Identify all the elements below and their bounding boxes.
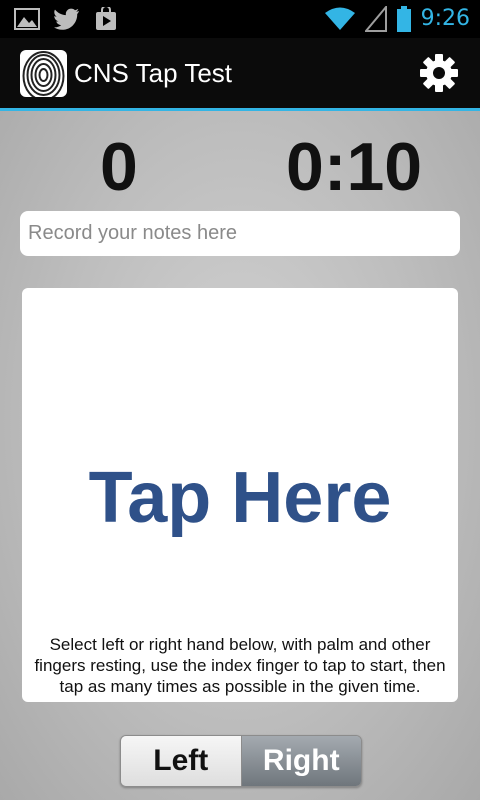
gallery-icon (14, 8, 40, 30)
tap-count: 0 (100, 129, 138, 205)
timer: 0:10 (286, 129, 423, 205)
right-hand-button[interactable]: Right (241, 736, 361, 786)
gear-icon (420, 54, 458, 92)
main-content: 0 0:10 Tap Here Select left or right han… (0, 111, 480, 800)
status-bar: 9:26 (0, 0, 480, 38)
system-icons: 9:26 (324, 4, 470, 34)
battery-icon (396, 6, 411, 32)
notification-icons (14, 7, 118, 31)
notes-input[interactable] (20, 211, 460, 256)
hand-selector: Left Right (120, 735, 362, 787)
signal-icon (364, 6, 387, 32)
play-store-icon (96, 7, 116, 30)
tap-area[interactable]: Tap Here Select left or right hand below… (22, 288, 458, 702)
left-hand-button[interactable]: Left (121, 736, 242, 786)
twitter-icon (54, 8, 79, 30)
clock: 9:26 (420, 6, 470, 31)
action-bar: CNS Tap Test (0, 38, 480, 111)
wifi-icon (324, 7, 355, 30)
instructions-text: Select left or right hand below, with pa… (34, 635, 446, 696)
tap-here-label: Tap Here (88, 458, 392, 538)
fingerprint-icon (20, 50, 67, 97)
settings-button[interactable] (418, 52, 460, 94)
app-title: CNS Tap Test (74, 58, 233, 88)
